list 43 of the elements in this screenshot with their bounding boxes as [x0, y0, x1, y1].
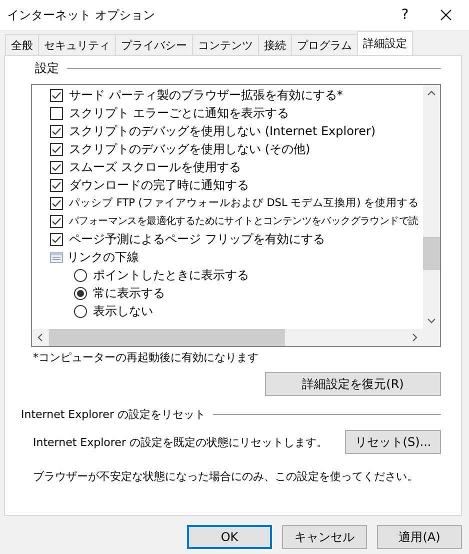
radio-button[interactable]	[74, 286, 87, 300]
window-title: インターネット オプション	[7, 6, 156, 24]
checkbox[interactable]	[50, 232, 63, 246]
setting-label: スクリプトのデバッグを使用しない (Internet Explorer)	[69, 122, 376, 140]
restore-button[interactable]: 詳細設定を復元(R)	[265, 372, 441, 396]
scrollbar-thumb[interactable]	[49, 329, 285, 346]
checkbox[interactable]	[50, 214, 63, 228]
setting-label: 表示しない	[93, 302, 153, 320]
setting-label: ポイントしたときに表示する	[93, 266, 249, 284]
reset-button[interactable]: リセット(S)...	[345, 430, 441, 454]
tab[interactable]: 全般	[5, 34, 39, 55]
setting-label: リンクの下線	[67, 248, 139, 266]
warning-text: ブラウザーが不安定な状態になった場合にのみ、この設定を使ってください。	[33, 469, 419, 484]
scrollbar-thumb[interactable]	[423, 237, 440, 270]
setting-label: スクリプト エラーごとに通知を表示する	[69, 104, 289, 122]
setting-label: 常に表示する	[93, 284, 165, 302]
footnote: *コンピューターの再起動後に有効になります	[33, 350, 260, 365]
setting-label: パフォーマンスを最適化するためにサイトとコンテンツをバックグラウンドで読	[69, 214, 418, 228]
checkbox[interactable]	[50, 124, 63, 138]
description-text: Internet Explorer の設定を既定の状態にリセットします。	[33, 434, 328, 450]
dialog-button[interactable]: 適用(A)	[377, 525, 462, 549]
radio-button[interactable]	[74, 268, 87, 282]
dialog-button[interactable]: キャンセル	[282, 525, 367, 549]
close-icon[interactable]	[440, 9, 452, 21]
list-icon	[50, 250, 63, 264]
radio-button[interactable]	[74, 304, 87, 318]
checkbox[interactable]	[50, 142, 63, 156]
checkbox[interactable]	[50, 196, 63, 210]
checkbox[interactable]	[50, 178, 63, 192]
setting-label: ページ予測によるページ フリップを有効にする	[69, 230, 325, 248]
section-title: 設定	[35, 60, 59, 77]
checkbox[interactable]	[50, 160, 63, 174]
setting-label: スムーズ スクロールを使用する	[69, 158, 241, 176]
section-title: Internet Explorer の設定をリセット	[21, 407, 206, 422]
help-button[interactable]: ?	[382, 7, 428, 23]
setting-label: ダウンロードの完了時に通知する	[69, 176, 249, 194]
tab[interactable]: 詳細設定	[357, 31, 413, 55]
setting-label: サード パーティ製のブラウザー拡張を有効にする*	[69, 86, 343, 104]
setting-label: パッシブ FTP (ファイアウォールおよび DSL モデム互換用) を使用する	[69, 196, 420, 210]
checkbox[interactable]	[50, 106, 63, 120]
checkbox[interactable]	[50, 88, 63, 102]
setting-label: スクリプトのデバッグを使用しない (その他)	[69, 140, 310, 158]
dialog-button[interactable]: OK	[187, 525, 272, 549]
